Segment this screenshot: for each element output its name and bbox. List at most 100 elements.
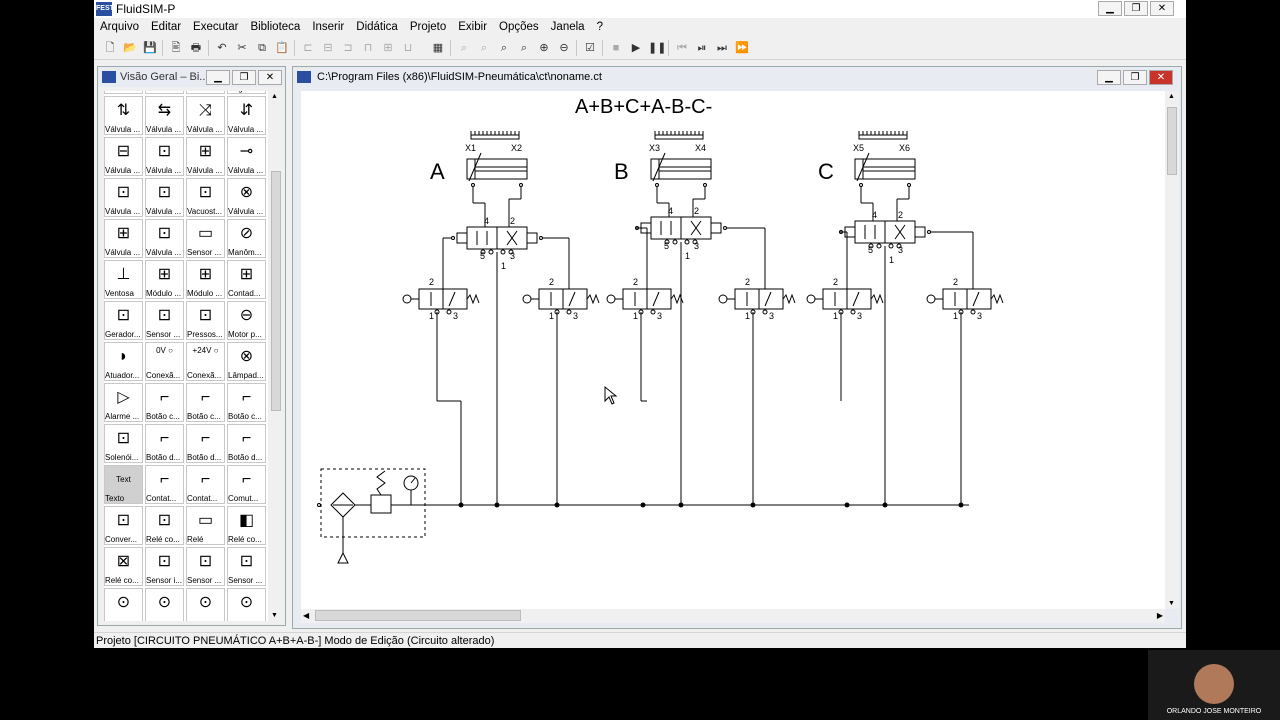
align-left-icon[interactable]: ⊏	[300, 40, 316, 56]
scroll-right-arrow-icon[interactable]: ▶	[1157, 611, 1163, 620]
align-right-icon[interactable]: ⊐	[340, 40, 356, 56]
print-preview-icon[interactable]: 🖹	[168, 40, 184, 56]
pause-icon[interactable]: ❚❚	[648, 40, 666, 56]
library-item[interactable]: ⊡ Vacuost...	[186, 178, 225, 217]
fast-forward-icon[interactable]: ⏩	[734, 40, 750, 56]
library-item[interactable]: ⊖ Motor p...	[227, 301, 266, 340]
align-center-icon[interactable]: ⊟	[320, 40, 336, 56]
library-item[interactable]: ⊙	[145, 588, 184, 621]
minimize-button[interactable]: ▁	[1098, 1, 1122, 16]
vertical-scrollbar[interactable]: ▲ ▼	[1165, 91, 1179, 609]
library-item[interactable]: ⊡ Gerador...	[104, 301, 143, 340]
library-item[interactable]: ⊠ Relé co...	[104, 547, 143, 586]
grid-icon[interactable]: ▦	[430, 40, 446, 56]
library-item[interactable]: ⊡ Sensor ...	[186, 547, 225, 586]
library-item[interactable]: ⊥ Ventosa	[104, 260, 143, 299]
maximize-button[interactable]: ❐	[1124, 1, 1148, 16]
library-item[interactable]: ⊸ Válvula ...	[227, 137, 266, 176]
reset-icon[interactable]: ⏮	[674, 40, 690, 56]
check-drawing-icon[interactable]: ☑	[582, 40, 598, 56]
circuit-minimize-button[interactable]: ▁	[1097, 70, 1121, 85]
library-item[interactable]: ⊘ Manôm...	[227, 219, 266, 258]
zoom-page-icon[interactable]: ⌕	[516, 40, 532, 56]
align-top-icon[interactable]: ⊓	[360, 40, 376, 56]
library-item[interactable]: 0V ○ Conexã...	[145, 342, 184, 381]
library-item[interactable]: ⊡ Sensor ...	[227, 547, 266, 586]
library-item[interactable]: ⇵ Válvula ...	[227, 96, 266, 135]
save-icon[interactable]: 💾	[142, 40, 158, 56]
zoom-window-icon[interactable]: ⌕	[496, 40, 512, 56]
library-item[interactable]: ⊡ Válvula ...	[104, 178, 143, 217]
library-item[interactable]: ⊟ Válvula ...	[104, 137, 143, 176]
play-icon[interactable]: ▶	[628, 40, 644, 56]
library-item[interactable]: ⊞ Válvula ...	[104, 219, 143, 258]
library-item[interactable]: ⊙	[227, 588, 266, 621]
library-scrollbar[interactable]: ▲ ▼	[270, 91, 282, 621]
pneumatic-circuit-diagram[interactable]: A+B+C+A-B-C- AX1 X24 25 3121 321 3BX3 X44 25 312…	[301, 91, 1165, 611]
library-item[interactable]: ⊡ Sensor i...	[145, 547, 184, 586]
library-item[interactable]: ⊡ Relé co...	[145, 506, 184, 545]
step-icon[interactable]: ⏯	[694, 40, 710, 56]
library-item[interactable]: ⌐ Botão c...	[227, 383, 266, 422]
library-item[interactable]: ⊞ Contad...	[227, 260, 266, 299]
print-icon[interactable]: 🖶	[188, 40, 204, 56]
menu-janela[interactable]: Janela	[545, 18, 591, 36]
vertical-scroll-thumb[interactable]	[1167, 107, 1177, 175]
library-maximize-button[interactable]: ❐	[232, 70, 256, 85]
library-minimize-button[interactable]: ▁	[206, 70, 230, 85]
menu-arquivo[interactable]: Arquivo	[94, 18, 145, 36]
library-close-button[interactable]: ✕	[258, 70, 282, 85]
library-item[interactable]: ▷ Alarme ...	[104, 383, 143, 422]
library-item[interactable]: ⊗ Lâmpad...	[227, 342, 266, 381]
scroll-down-arrow-icon[interactable]: ▼	[271, 612, 278, 619]
horizontal-scrollbar[interactable]: ◀ ▶	[301, 609, 1165, 623]
copy-icon[interactable]: ⧉	[254, 40, 270, 56]
step-end-icon[interactable]: ⏭	[714, 40, 730, 56]
menu-exibir[interactable]: Exibir	[452, 18, 493, 36]
library-item[interactable]: ⌐ Botão c...	[186, 383, 225, 422]
library-item[interactable]: ⊙	[186, 588, 225, 621]
library-item[interactable]: ⊠Cilindro ...	[186, 91, 225, 94]
library-item[interactable]: ⇅ Válvula ...	[104, 96, 143, 135]
library-item[interactable]: ▭ Sensor ...	[186, 219, 225, 258]
paste-icon[interactable]: 📋	[274, 40, 290, 56]
library-item[interactable]: ⊗ Válvula ...	[227, 178, 266, 217]
zoom-out-icon[interactable]: ⊖	[556, 40, 572, 56]
library-item[interactable]: ⌐ Botão c...	[145, 383, 184, 422]
library-item[interactable]: ⊡ Solenói...	[104, 424, 143, 463]
library-item[interactable]: ⊡ Pressos...	[186, 301, 225, 340]
menu-editar[interactable]: Editar	[145, 18, 187, 36]
library-item[interactable]: ⊡ Válvula ...	[145, 137, 184, 176]
library-item[interactable]: ⊙	[104, 588, 143, 621]
close-button[interactable]: ✕	[1150, 1, 1174, 16]
library-item[interactable]: ⊞ Módulo ...	[145, 260, 184, 299]
scroll-up-arrow-icon[interactable]: ▲	[1168, 93, 1175, 100]
stop-icon[interactable]: ■	[608, 40, 624, 56]
cut-icon[interactable]: ✂	[234, 40, 250, 56]
open-folder-icon[interactable]: 📂	[122, 40, 138, 56]
menu-projeto[interactable]: Projeto	[404, 18, 452, 36]
library-item[interactable]: ⌐ Botão d...	[145, 424, 184, 463]
zoom-previous-icon[interactable]: ⌕	[476, 40, 492, 56]
library-item[interactable]: ⊞ Válvula ...	[186, 137, 225, 176]
library-item[interactable]: ▭ Relé	[186, 506, 225, 545]
library-item[interactable]: ⌐ Contat...	[186, 465, 225, 504]
horizontal-scroll-thumb[interactable]	[315, 610, 521, 621]
library-item[interactable]: ⌐ Contat...	[145, 465, 184, 504]
library-item[interactable]: ⊞ Módulo ...	[186, 260, 225, 299]
menu-didatica[interactable]: Didática	[350, 18, 404, 36]
align-middle-icon[interactable]: ⊞	[380, 40, 396, 56]
library-item[interactable]: ⌐ Botão d...	[186, 424, 225, 463]
library-item[interactable]: ⊡ Sensor ...	[145, 301, 184, 340]
library-item[interactable]: ⌐ Botão d...	[227, 424, 266, 463]
menu-executar[interactable]: Executar	[187, 18, 244, 36]
undo-icon[interactable]: ↶	[214, 40, 230, 56]
zoom-in-icon[interactable]: ⊕	[536, 40, 552, 56]
menu-opcoes[interactable]: Opções	[493, 18, 545, 36]
library-item[interactable]: Text Texto	[104, 465, 143, 504]
new-file-icon[interactable]: 🗋	[102, 40, 118, 56]
library-item[interactable]: ◧ Relé co...	[227, 506, 266, 545]
menu-help[interactable]: ?	[591, 18, 609, 36]
menu-biblioteca[interactable]: Biblioteca	[244, 18, 306, 36]
library-item[interactable]: ⌶Régua ...	[227, 91, 266, 94]
